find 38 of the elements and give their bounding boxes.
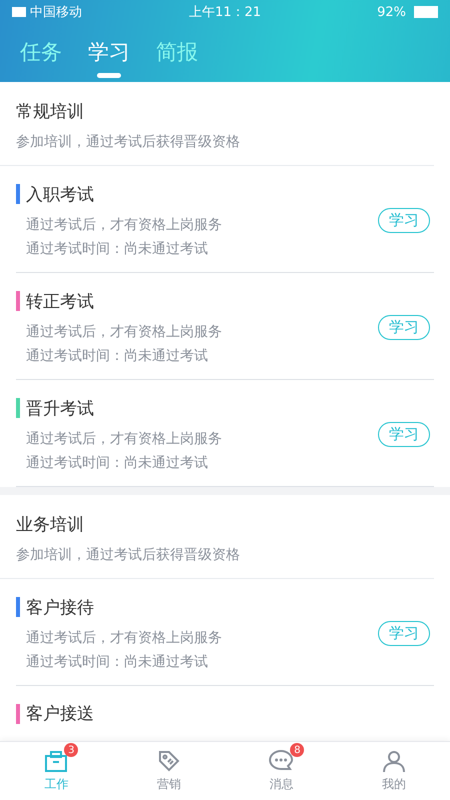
nav-tab[interactable]: 我的 (338, 742, 450, 800)
section-title: 常规培训 (16, 101, 85, 123)
exam-title: 晋升考试 (26, 398, 94, 420)
nav-tab[interactable]: 3 工作 (0, 742, 112, 800)
tab[interactable]: 简报 (148, 34, 206, 78)
exam-description: 通过考试后，才有资格上岗服务 (25, 216, 223, 234)
study-button[interactable]: 学习 (378, 208, 430, 232)
nav-tab[interactable]: 8 消息 (225, 742, 338, 800)
tab[interactable]: 学习 (80, 34, 138, 78)
exam-description: 通过考试后，才有资格上岗服务 (25, 322, 223, 340)
nav-tab[interactable]: 营销 (112, 742, 225, 800)
carrier-name: 中国移动 (30, 4, 82, 21)
exam-description: 通过考试后，才有资格上岗服务 (25, 430, 223, 448)
tag-icon (156, 749, 181, 773)
exam-title: 客户接送 (26, 703, 94, 725)
exam-status: 通过考试时间：尚未通过考试 (25, 454, 209, 472)
exam-status: 通过考试时间：尚未通过考试 (25, 240, 209, 258)
study-button[interactable]: 学习 (378, 422, 430, 446)
count-badge: 3 (64, 743, 78, 757)
exam-status: 通过考试时间：尚未通过考试 (25, 652, 209, 670)
chat-bubble-icon (268, 749, 294, 773)
section-subtitle: 参加培训，通过考试后获得晋级资格 (16, 133, 241, 151)
exam-title: 客户接待 (26, 596, 94, 618)
exam-title: 入职考试 (26, 184, 94, 206)
count-badge: 8 (290, 743, 304, 757)
exam-status: 通过考试时间：尚未通过考试 (25, 346, 209, 364)
briefcase-icon (44, 749, 68, 773)
tab[interactable]: 任务 (12, 34, 70, 78)
person-icon (382, 749, 406, 773)
section-subtitle: 参加培训，通过考试后获得晋级资格 (16, 546, 241, 564)
exam-title: 转正考试 (26, 290, 94, 312)
study-button[interactable]: 学习 (378, 314, 430, 340)
section-title: 业务培训 (16, 514, 85, 536)
battery-percent: 92% (377, 4, 406, 20)
study-button[interactable]: 学习 (378, 620, 430, 646)
status-time: 上午11：21 (188, 4, 262, 21)
battery-icon (414, 6, 438, 18)
exam-description: 通过考试后，才有资格上岗服务 (25, 628, 223, 646)
